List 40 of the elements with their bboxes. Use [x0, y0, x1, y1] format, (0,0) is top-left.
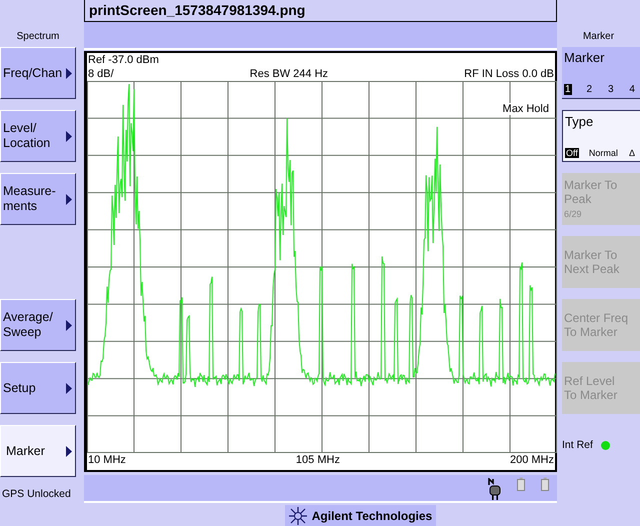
- logo-text: Agilent Technologies: [312, 509, 432, 523]
- window-title: printScreen_1573847981394.png: [84, 0, 557, 22]
- trace-mode-text: Max Hold: [502, 103, 549, 115]
- marker-number-option[interactable]: 4: [628, 84, 636, 95]
- softkey-button[interactable]: Setup: [0, 362, 76, 414]
- caret-icon: [66, 68, 72, 79]
- center-freq-text: 105 MHz: [296, 453, 340, 467]
- battery-icon: [541, 477, 549, 491]
- panel-heading: Marker: [582, 30, 616, 44]
- panel-heading: Spectrum: [16, 30, 60, 44]
- softkey-button[interactable]: Level/ Location: [0, 110, 76, 162]
- scale-text: 8 dB/: [88, 67, 114, 81]
- softkey-button[interactable]: Average/ Sweep: [0, 299, 76, 351]
- marker-type-option[interactable]: Normal: [588, 148, 619, 158]
- res-bw-text: Res BW 244 Hz: [250, 67, 328, 81]
- start-freq-text: 10 MHz: [88, 453, 126, 467]
- softkey-button[interactable]: Freq/Chan: [0, 47, 76, 99]
- input-loss-text: RF IN Loss 0.0 dB: [464, 67, 554, 81]
- marker-number-option[interactable]: 1: [564, 84, 572, 95]
- softkey-label: Type: [565, 114, 594, 129]
- caret-icon: [66, 446, 72, 457]
- caret-icon: [66, 320, 72, 331]
- marker-select-softkey[interactable]: Marker 1 2 3 4: [562, 47, 640, 99]
- gps-status: GPS Unlocked: [1, 488, 72, 500]
- int-ref-status: Int Ref: [562, 439, 593, 451]
- marker-number-option[interactable]: 2: [585, 84, 594, 95]
- marker-type-option[interactable]: Δ: [628, 148, 636, 158]
- marker-type-softkey[interactable]: Type Off Normal Δ: [562, 110, 640, 162]
- power-plug-icon: [487, 478, 501, 500]
- battery-icon: [517, 477, 525, 491]
- ref-level-text: Ref -37.0 dBm: [88, 53, 159, 67]
- caret-icon: [66, 131, 72, 142]
- softkey-button[interactable]: Marker: [0, 425, 76, 477]
- marker-type-option[interactable]: Off: [565, 148, 579, 158]
- caret-icon: [66, 194, 72, 205]
- softkey-button[interactable]: Measure- ments: [0, 173, 76, 225]
- caret-icon: [66, 383, 72, 394]
- marker-number-option[interactable]: 3: [606, 84, 614, 95]
- softkey-label: Marker: [564, 50, 606, 65]
- stop-freq-text: 200 MHz: [510, 453, 554, 467]
